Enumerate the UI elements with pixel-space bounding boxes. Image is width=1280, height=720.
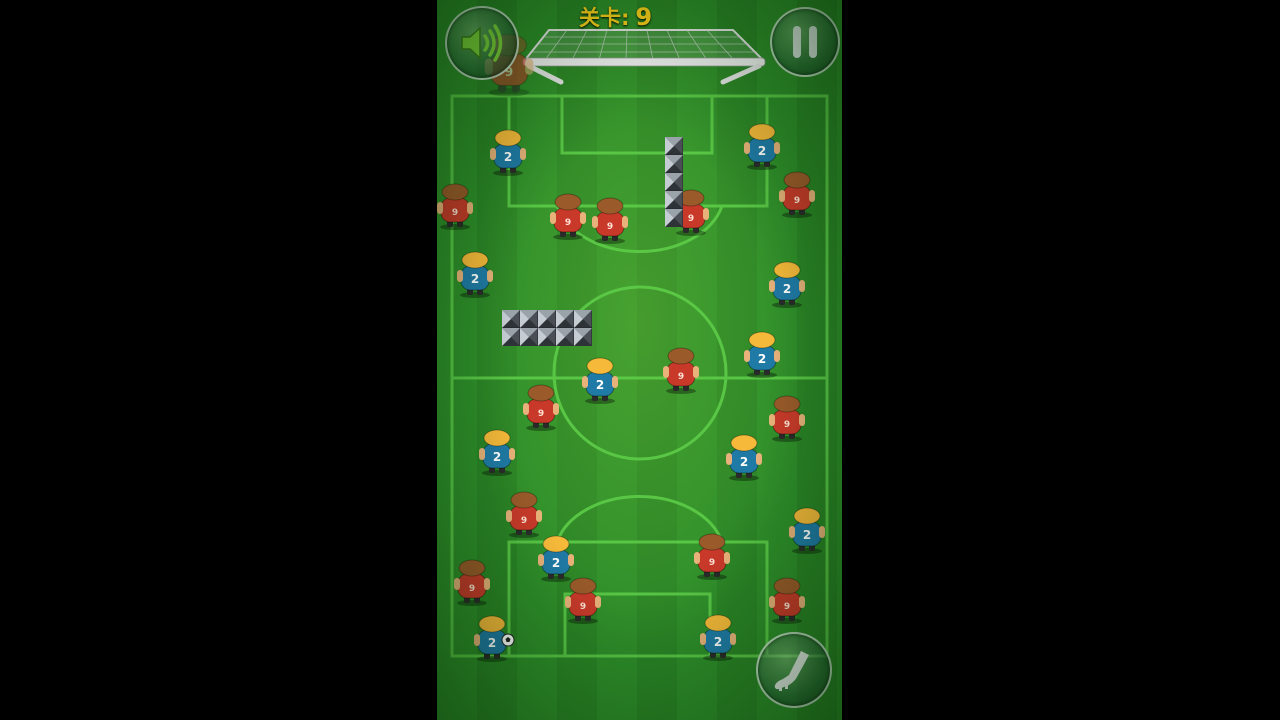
blue-teammate-player[interactable]: 2: [767, 260, 807, 308]
jersey-number: 2: [596, 378, 604, 392]
jersey-number: 2: [758, 352, 766, 366]
jersey-number: 9: [580, 602, 586, 612]
spike-block: [501, 309, 593, 350]
jersey-number: 2: [471, 272, 479, 286]
jersey-number: 2: [740, 455, 748, 469]
jersey-number: 2: [488, 636, 496, 650]
kick-button[interactable]: [756, 632, 832, 708]
soccer-pitch[interactable]: 关卡: 9 9 9 9 9 9 9 9 9 9 9 9 9 9 2 2 2 2 2 2 2 2 2 2 2 2 9: [437, 0, 842, 720]
red-defender-player: 9: [661, 346, 701, 394]
jersey-number: 9: [607, 222, 613, 232]
goal-net: [522, 29, 766, 85]
jersey-number: 9: [784, 602, 790, 612]
cleat-kick-icon: [774, 651, 809, 691]
blue-teammate-player[interactable]: 2: [536, 534, 576, 582]
red-defender-player: 9: [437, 182, 475, 230]
blue-teammate-player[interactable]: 2: [488, 128, 528, 176]
game-screen: 关卡: 9 9 9 9 9 9 9 9 9 9 9 9 9 9 2 2 2 2 2 2 2 2 2 2 2 2 9: [0, 0, 1280, 720]
jersey-number: 9: [784, 420, 790, 430]
red-defender-player: 9: [563, 576, 603, 624]
blue-teammate-player[interactable]: 2: [742, 330, 782, 378]
blue-teammate-player[interactable]: 2: [724, 433, 764, 481]
level-label: 关卡:: [579, 6, 630, 30]
soccer-ball-icon[interactable]: [501, 632, 515, 651]
blue-teammate-player[interactable]: 2: [477, 428, 517, 476]
pause-button[interactable]: [770, 7, 840, 77]
sound-button[interactable]: [445, 6, 519, 80]
blue-teammate-player[interactable]: 2: [580, 356, 620, 404]
jersey-number: 9: [709, 558, 715, 568]
jersey-number: 9: [688, 214, 694, 224]
jersey-number: 9: [521, 516, 527, 526]
blue-teammate-player[interactable]: 2: [787, 506, 827, 554]
red-defender-player: 9: [452, 558, 492, 606]
jersey-number: 2: [493, 450, 501, 464]
jersey-number: 9: [538, 409, 544, 419]
red-defender-player: 9: [504, 490, 544, 538]
jersey-number: 2: [758, 144, 766, 158]
red-defender-player: 9: [521, 383, 561, 431]
blue-teammate-player[interactable]: 2: [455, 250, 495, 298]
level-indicator: 关卡: 9: [579, 2, 652, 32]
red-defender-player: 9: [767, 394, 807, 442]
jersey-number: 2: [714, 635, 722, 649]
red-defender-player: 9: [767, 576, 807, 624]
red-defender-player: 9: [548, 192, 588, 240]
jersey-number: 9: [794, 196, 800, 206]
speaker-sound-on-icon: [461, 24, 503, 62]
blue-teammate-player[interactable]: 2: [698, 613, 738, 661]
jersey-number: 2: [783, 282, 791, 296]
jersey-number: 2: [504, 150, 512, 164]
jersey-number: 9: [452, 208, 458, 218]
pause-icon: [793, 26, 817, 58]
jersey-number: 2: [552, 556, 560, 570]
jersey-number: 9: [678, 372, 684, 382]
spike-block: [664, 136, 684, 231]
jersey-number: 9: [469, 584, 475, 594]
blue-teammate-player[interactable]: 2: [742, 122, 782, 170]
red-defender-player: 9: [590, 196, 630, 244]
jersey-number: 2: [803, 528, 811, 542]
red-defender-player: 9: [777, 170, 817, 218]
jersey-number: 9: [565, 218, 571, 228]
red-defender-player: 9: [692, 532, 732, 580]
level-number: 9: [635, 3, 653, 31]
